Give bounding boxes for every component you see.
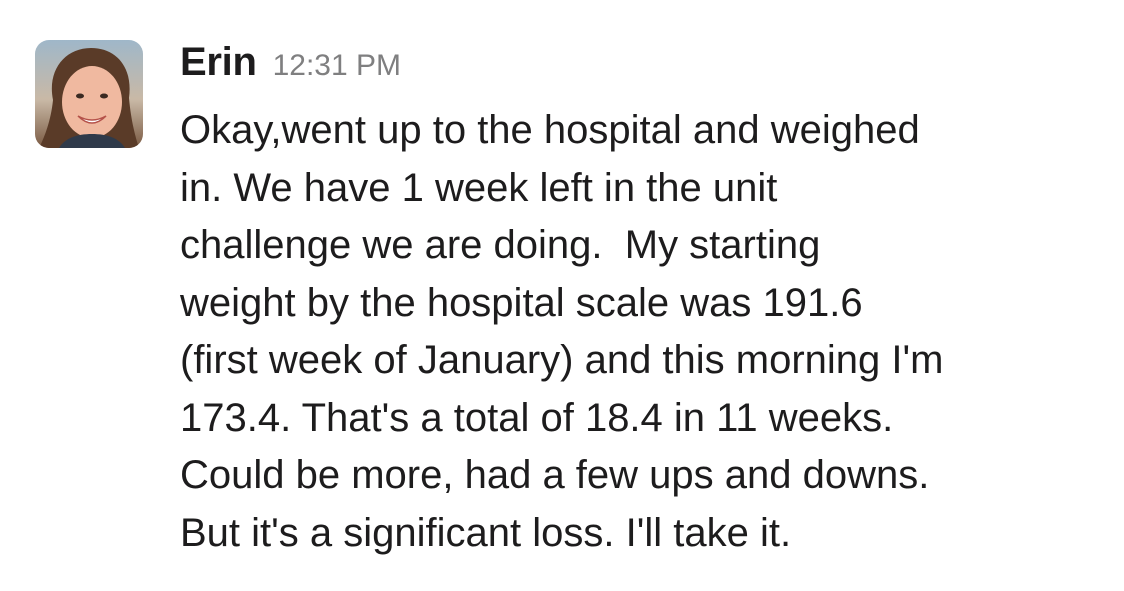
message-line: Could be more, had a few ups and downs.	[180, 453, 930, 497]
message-line: Okay,went up to the hospital and weighed	[180, 108, 920, 152]
message-timestamp[interactable]: 12:31 PM	[273, 49, 401, 83]
chat-message: Erin 12:31 PM Okay,went up to the hospit…	[35, 40, 1110, 562]
message-body: Okay,went up to the hospital and weighed…	[180, 102, 1110, 562]
user-avatar-photo-icon	[35, 40, 143, 148]
sender-name[interactable]: Erin	[180, 40, 257, 85]
message-line: challenge we are doing. My starting	[180, 223, 821, 267]
message-line: But it's a significant loss. I'll take i…	[180, 510, 792, 555]
message-content: Erin 12:31 PM Okay,went up to the hospit…	[180, 40, 1110, 562]
message-line: 173.4. That's a total of 18.4 in 11 week…	[180, 395, 894, 440]
message-line: in. We have 1 week left in the unit	[180, 165, 778, 210]
message-line: weight by the hospital scale was 191.6	[180, 280, 863, 325]
message-line: (first week of January) and this morning…	[180, 338, 944, 382]
message-header: Erin 12:31 PM	[180, 40, 1110, 96]
user-avatar[interactable]	[35, 40, 143, 148]
